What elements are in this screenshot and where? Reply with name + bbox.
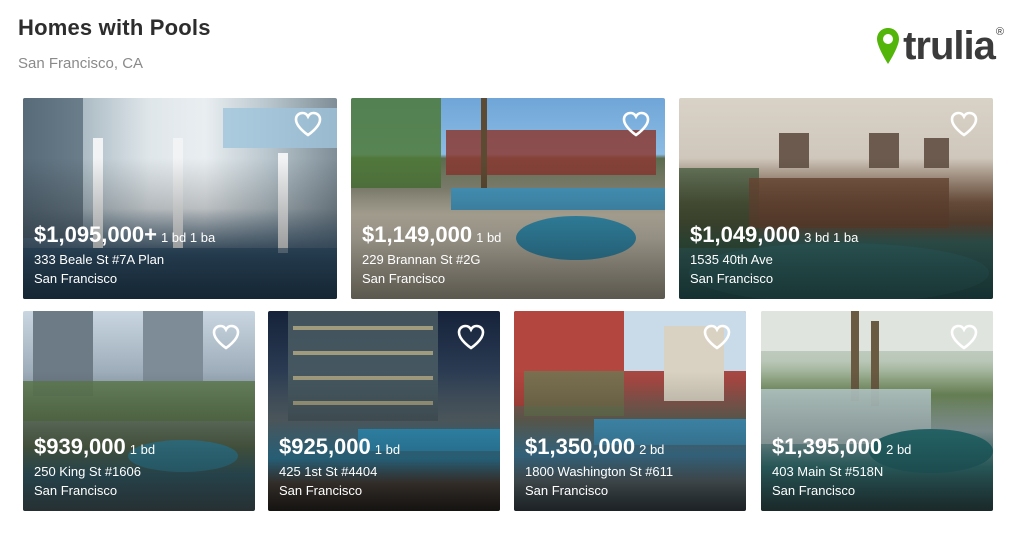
listing-address: 403 Main St #518N [772,464,884,479]
page-title: Homes with Pools [18,15,211,40]
listing-price: $1,049,000 [690,222,801,247]
listing-city: San Francisco [525,483,609,498]
listing-card[interactable]: $1,049,000 3 bd 1 ba 1535 40th Ave San Fr… [679,98,993,299]
registered-mark: ® [995,26,1004,38]
heart-icon[interactable] [293,110,323,138]
listing-price: $1,149,000 [362,222,473,247]
listing-beds: 1 bd [129,442,156,457]
listing-info: $925,000 1 bd 425 1st St #4404 San Franci… [279,435,400,500]
listing-card[interactable]: $1,350,000 2 bd 1800 Washington St #611 S… [514,311,746,511]
listing-card[interactable]: $1,395,000 2 bd 403 Main St #518N San Fra… [761,311,993,511]
heart-icon[interactable] [621,110,651,138]
listing-price: $939,000 [34,434,126,459]
heart-icon[interactable] [949,323,979,351]
listing-card[interactable]: $939,000 1 bd 250 King St #1606 San Franc… [23,311,255,511]
listing-address: 1535 40th Ave [690,252,773,267]
listing-card[interactable]: $1,095,000+ 1 bd 1 ba 333 Beale St #7A Pl… [23,98,337,299]
listing-beds: 2 bd [886,442,912,457]
location-subtitle: San Francisco, CA [18,55,144,72]
listing-address: 425 1st St #4404 [279,464,378,479]
listing-city: San Francisco [690,271,774,286]
listing-city: San Francisco [279,483,363,498]
heart-icon[interactable] [949,110,979,138]
listing-beds: 3 bd 1 ba [804,230,859,245]
listing-beds: 2 bd [639,442,665,457]
listing-info: $1,395,000 2 bd 403 Main St #518N San Fra… [772,435,911,500]
listing-beds: 1 bd [476,230,502,245]
listing-city: San Francisco [362,271,446,286]
listing-card[interactable]: $925,000 1 bd 425 1st St #4404 San Franci… [268,311,500,511]
heart-icon[interactable] [702,323,732,351]
listing-price: $925,000 [279,434,371,459]
listing-beds: 1 bd 1 ba [160,230,216,245]
listing-address: 1800 Washington St #611 [525,464,674,479]
listing-info: $1,149,000 1 bd 229 Brannan St #2G San Fr… [362,223,501,288]
listing-info: $1,095,000+ 1 bd 1 ba 333 Beale St #7A Pl… [34,223,215,288]
listing-price: $1,395,000 [772,434,883,459]
listing-city: San Francisco [34,483,118,498]
listing-beds: 1 bd [374,442,401,457]
logo-wordmark: trulia [903,24,996,68]
listing-price: $1,350,000 [525,434,636,459]
listing-info: $1,350,000 2 bd 1800 Washington St #611 S… [525,435,673,500]
heart-icon[interactable] [456,323,486,351]
listing-address: 250 King St #1606 [34,464,141,479]
listing-card[interactable]: $1,149,000 1 bd 229 Brannan St #2G San Fr… [351,98,665,299]
heart-icon[interactable] [211,323,241,351]
listing-info: $939,000 1 bd 250 King St #1606 San Franc… [34,435,155,500]
listing-city: San Francisco [34,271,118,286]
trulia-logo[interactable]: trulia ® [875,24,1004,68]
listing-address: 229 Brannan St #2G [362,252,481,267]
listing-price: $1,095,000+ [34,222,157,247]
listing-city: San Francisco [772,483,856,498]
listing-info: $1,049,000 3 bd 1 ba 1535 40th Ave San Fr… [690,223,858,288]
listing-address: 333 Beale St #7A Plan [34,252,165,267]
map-pin-icon [877,28,900,64]
